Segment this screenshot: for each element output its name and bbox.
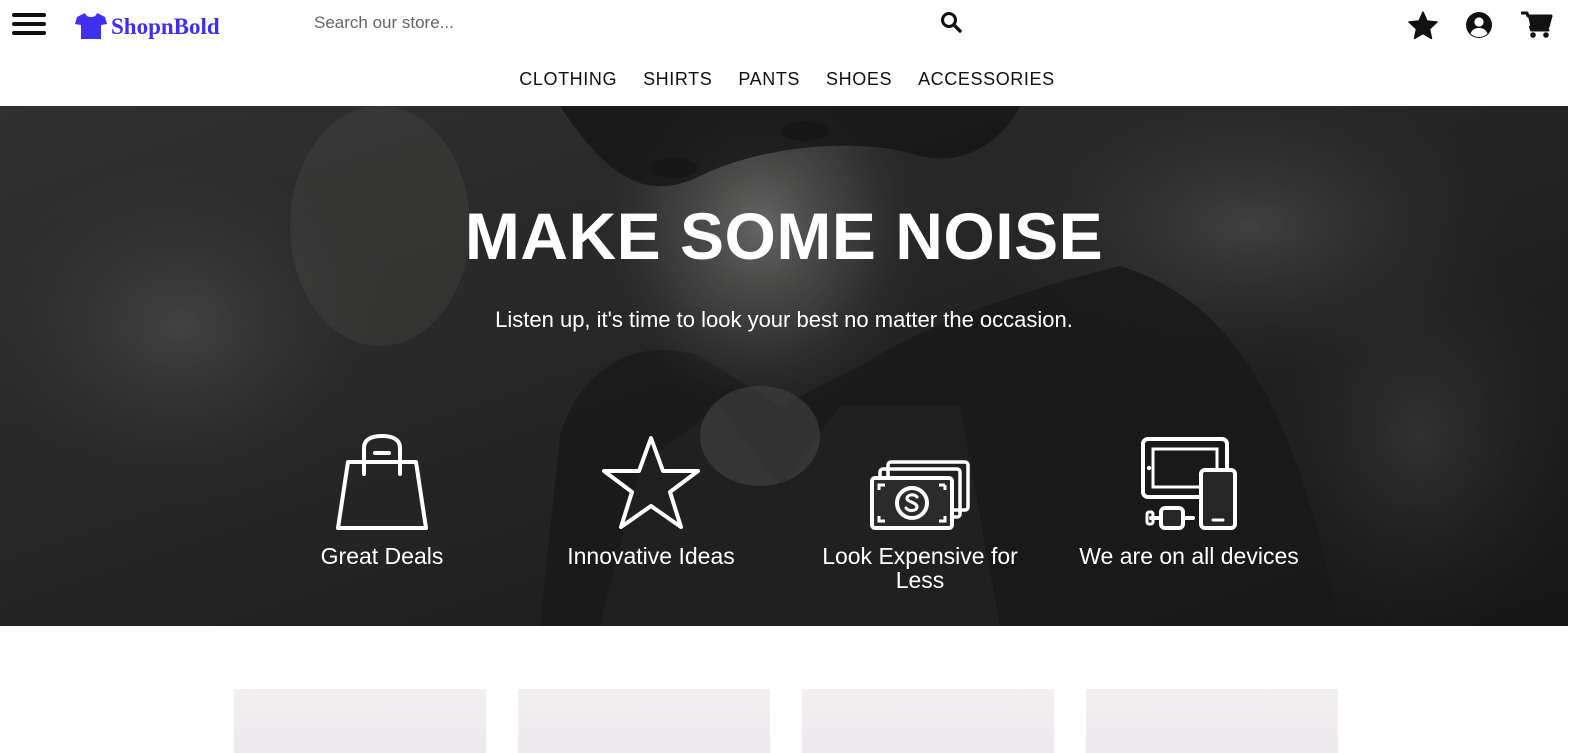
feature-all-devices: We are on all devices (1069, 432, 1309, 568)
search-bar (310, 6, 970, 40)
feature-label: Look Expensive for Less (822, 543, 1018, 593)
feature-innovative-ideas: Innovative Ideas (531, 432, 771, 568)
nav-item-shirts[interactable]: SHIRTS (643, 69, 712, 90)
product-grid (0, 689, 1574, 753)
product-card[interactable] (518, 689, 770, 753)
feature-label: We are on all devices (1079, 543, 1299, 569)
site-logo[interactable]: ShopnBold (75, 10, 220, 42)
nav-item-shoes[interactable]: SHOES (826, 69, 892, 90)
cart-button[interactable] (1520, 8, 1554, 42)
account-button[interactable] (1462, 8, 1496, 42)
cart-icon (1521, 11, 1553, 38)
tshirt-icon (75, 13, 107, 39)
product-card[interactable] (234, 689, 486, 753)
hamburger-menu-icon[interactable] (12, 11, 46, 37)
feature-look-expensive: Look Expensive for Less (800, 432, 1040, 592)
top-bar: ShopnBold (0, 0, 1574, 52)
star-outline-icon (602, 436, 700, 529)
shopping-bag-icon (336, 434, 428, 530)
logo-text: ShopnBold (111, 13, 220, 39)
category-nav: CLOTHING SHIRTS PANTS SHOES ACCESSORIES (0, 52, 1574, 106)
star-icon (1408, 11, 1438, 39)
product-card[interactable] (1086, 689, 1338, 753)
search-icon (941, 11, 962, 33)
search-button[interactable] (938, 10, 964, 36)
nav-item-clothing[interactable]: CLOTHING (519, 69, 617, 90)
devices-icon (1141, 437, 1237, 530)
money-stack-icon (870, 460, 970, 530)
nav-item-accessories[interactable]: ACCESSORIES (918, 69, 1055, 90)
hero-subtitle: Listen up, it's time to look your best n… (495, 307, 1073, 332)
nav-item-pants[interactable]: PANTS (738, 69, 800, 90)
feature-label: Innovative Ideas (567, 543, 735, 569)
feature-great-deals: Great Deals (262, 432, 502, 568)
hero-banner: MAKE SOME NOISE Listen up, it's time to … (0, 106, 1568, 626)
favorites-button[interactable] (1406, 8, 1440, 42)
page-scrollbar-track[interactable] (1568, 106, 1574, 626)
hero-background-image (0, 106, 1568, 626)
feature-label: Great Deals (320, 543, 444, 569)
hero-title: MAKE SOME NOISE (464, 199, 1104, 273)
user-circle-icon (1466, 12, 1492, 38)
product-card[interactable] (802, 689, 1054, 753)
search-input[interactable] (310, 6, 930, 40)
